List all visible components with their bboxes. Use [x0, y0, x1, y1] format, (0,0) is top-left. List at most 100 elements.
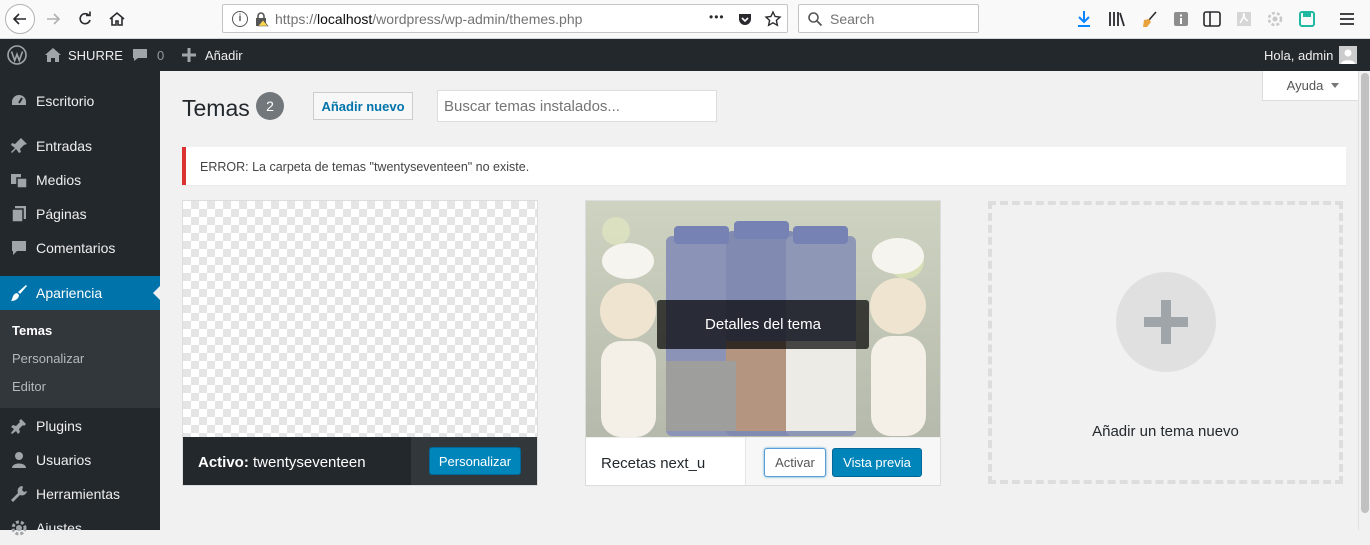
- search-icon: [808, 12, 823, 27]
- comment-bubble-icon: [133, 49, 147, 61]
- sidebar-item-label: Plugins: [36, 418, 82, 434]
- main-content: Ayuda Temas 2 Añadir nuevo ERROR: La car…: [160, 71, 1370, 530]
- bookmark-star-icon[interactable]: [764, 10, 782, 28]
- insecure-lock-icon[interactable]: [253, 11, 269, 27]
- comments-link[interactable]: 0: [132, 39, 164, 71]
- add-new-theme-card[interactable]: Añadir un tema nuevo: [988, 201, 1343, 484]
- back-arrow-icon: [12, 13, 26, 25]
- downloads-icon[interactable]: [1073, 8, 1095, 30]
- my-account-link[interactable]: Hola, admin: [1264, 39, 1358, 71]
- sidebar-item-usuarios[interactable]: Usuarios: [0, 443, 160, 477]
- site-name: SHURRE: [68, 47, 123, 63]
- url-scheme: https://: [275, 11, 318, 27]
- sidebar-item-label: Escritorio: [36, 93, 95, 109]
- sidebar-item-label: Entradas: [36, 138, 93, 154]
- home-button[interactable]: [102, 4, 132, 34]
- search-themes-input[interactable]: [437, 90, 717, 122]
- url-text: https://localhost/wordpress/wp-admin/the…: [275, 11, 582, 27]
- dashboard-icon: [9, 91, 29, 111]
- help-tab-button[interactable]: Ayuda: [1262, 71, 1364, 101]
- wp-admin-bar: SHURRE 0 Añadir Hola, admin: [0, 39, 1370, 71]
- customize-button[interactable]: Personalizar: [429, 447, 521, 475]
- active-theme-footer: Activo: twentyseventeen Personalizar: [183, 437, 537, 485]
- theme-actions: Activar Vista previa: [745, 438, 940, 485]
- theme-name: Recetas next_u: [601, 455, 706, 472]
- tools-icon: [9, 484, 29, 504]
- sidebar-item-label: Páginas: [36, 206, 87, 222]
- home-icon: [45, 48, 61, 62]
- reload-button[interactable]: [70, 4, 100, 34]
- url-path: /wordpress/wp-admin/themes.php: [372, 11, 583, 27]
- help-label: Ayuda: [1286, 78, 1324, 93]
- sidebar-item-label: Ajustes: [36, 520, 82, 536]
- appearance-icon: [9, 283, 29, 303]
- info-extension-icon[interactable]: [1170, 8, 1192, 30]
- reader-sidebar-icon[interactable]: [1201, 8, 1223, 30]
- pdf-extension-icon[interactable]: [1233, 8, 1255, 30]
- sidebar-item-label: Medios: [36, 172, 82, 188]
- sidebar-item-herramientas[interactable]: Herramientas: [0, 477, 160, 511]
- live-preview-button[interactable]: Vista previa: [832, 448, 922, 477]
- browser-search-input[interactable]: Search: [798, 4, 979, 33]
- sidebar-item-label: Usuarios: [36, 452, 92, 468]
- settings-extension-icon[interactable]: [1264, 8, 1286, 30]
- sidebar-item-ajustes[interactable]: Ajustes: [0, 511, 160, 545]
- forward-button[interactable]: [38, 4, 68, 34]
- sidebar-item-entradas[interactable]: Entradas: [0, 129, 160, 163]
- activate-button[interactable]: Activar: [764, 448, 826, 477]
- hamburger-menu-icon[interactable]: [1336, 8, 1358, 30]
- pages-icon: [9, 204, 29, 224]
- theme-details-button[interactable]: Detalles del tema: [657, 300, 869, 349]
- media-icon: [9, 170, 29, 190]
- pin-icon: [9, 136, 29, 156]
- sidebar-item-escritorio[interactable]: Escritorio: [0, 84, 160, 118]
- settings-icon: [9, 518, 29, 538]
- active-theme-name: Activo: twentyseventeen: [198, 454, 366, 471]
- theme-card-recetas[interactable]: Detalles del tema Recetas next_u Activar…: [585, 200, 941, 486]
- page-actions-icon[interactable]: •••: [709, 10, 725, 24]
- browser-toolbar: i https://localhost/wordpress/wp-admin/t…: [0, 0, 1370, 39]
- comments-icon: [9, 238, 29, 258]
- active-actions: Personalizar: [411, 437, 537, 485]
- plus-icon: [182, 48, 196, 62]
- broom-extension-icon[interactable]: [1139, 8, 1161, 30]
- sidebar-item-plugins[interactable]: Plugins: [0, 409, 160, 443]
- plus-icon: [1144, 300, 1188, 344]
- page-scrollbar[interactable]: [1358, 71, 1370, 530]
- page-title: Temas: [182, 95, 250, 121]
- plugins-icon: [9, 416, 29, 436]
- site-home-link[interactable]: SHURRE: [44, 39, 123, 71]
- add-new-link[interactable]: Añadir: [181, 39, 243, 71]
- appearance-submenu: Temas Personalizar Editor: [0, 310, 160, 408]
- submenu-item-personalizar[interactable]: Personalizar: [12, 351, 84, 366]
- url-host: localhost: [317, 11, 373, 27]
- library-icon[interactable]: [1106, 8, 1128, 30]
- chevron-down-icon: [1331, 83, 1340, 88]
- theme-footer: Recetas next_u Activar Vista previa: [586, 437, 940, 485]
- wordpress-logo-icon[interactable]: [7, 39, 27, 71]
- theme-card-active[interactable]: Activo: twentyseventeen Personalizar: [182, 200, 538, 486]
- error-message: ERROR: La carpeta de temas "twentysevent…: [200, 160, 530, 174]
- sidebar-item-apariencia[interactable]: Apariencia: [0, 276, 160, 310]
- scrollbar-thumb[interactable]: [1361, 73, 1369, 513]
- back-button[interactable]: [5, 4, 35, 34]
- url-bar[interactable]: i https://localhost/wordpress/wp-admin/t…: [222, 4, 788, 33]
- sidebar-item-comentarios[interactable]: Comentarios: [0, 231, 160, 265]
- users-icon: [9, 450, 29, 470]
- comments-count: 0: [157, 47, 165, 63]
- submenu-item-temas[interactable]: Temas: [12, 323, 52, 338]
- info-icon[interactable]: i: [232, 11, 248, 27]
- sidebar-item-label: Apariencia: [36, 285, 103, 301]
- add-new-theme-button[interactable]: Añadir nuevo: [313, 92, 413, 120]
- sidebar-item-paginas[interactable]: Páginas: [0, 197, 160, 231]
- submenu-item-editor[interactable]: Editor: [12, 379, 46, 394]
- admin-sidebar: Escritorio Entradas Medios Páginas Comen…: [0, 71, 160, 536]
- sidebar-item-medios[interactable]: Medios: [0, 163, 160, 197]
- save-extension-icon[interactable]: [1296, 8, 1318, 30]
- error-notice: ERROR: La carpeta de temas "twentysevent…: [182, 147, 1346, 185]
- pocket-icon[interactable]: [737, 11, 753, 27]
- greeting-text: Hola, admin: [1264, 47, 1334, 63]
- sidebar-item-label: Herramientas: [36, 486, 121, 502]
- reload-icon: [79, 11, 91, 25]
- avatar: [1339, 46, 1358, 64]
